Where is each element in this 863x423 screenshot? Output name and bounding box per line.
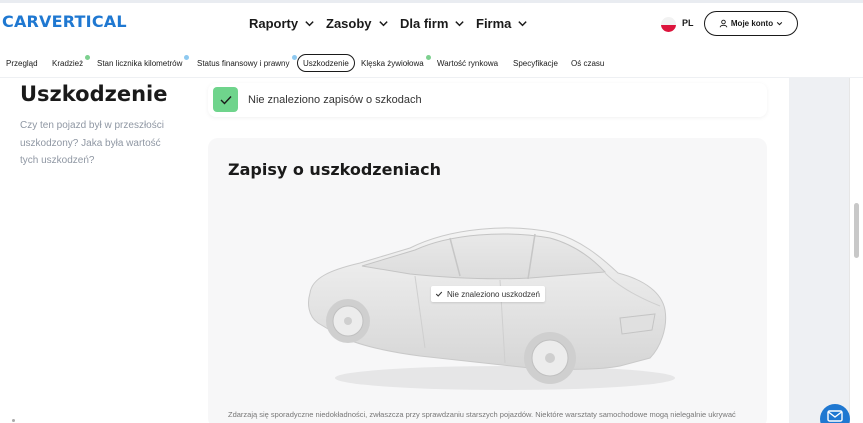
tab-label: Przegląd: [6, 58, 38, 68]
scrollbar[interactable]: [849, 78, 863, 423]
nav-firma[interactable]: Firma: [476, 16, 528, 31]
tab-label: Uszkodzenie: [303, 58, 349, 68]
card-description: Zdarzają się sporadyczne niedokładności,…: [228, 410, 736, 419]
nav-raporty[interactable]: Raporty: [249, 16, 315, 31]
tag-label: Nie znaleziono uszkodzeń: [447, 289, 540, 299]
nav-dla-firm[interactable]: Dla firm: [400, 16, 465, 31]
tab-przeglad[interactable]: Przegląd: [1, 54, 43, 72]
check-icon: [213, 87, 238, 112]
nav-label: Zasoby: [326, 16, 372, 31]
status-dot: [291, 55, 297, 60]
check-icon: [435, 291, 443, 297]
chevron-down-icon: [518, 21, 528, 27]
poland-flag-icon[interactable]: [661, 17, 676, 32]
tab-label: Stan licznika kilometrów: [97, 58, 183, 68]
tab-wartosc-rynkowa[interactable]: Wartość rynkowa: [432, 54, 503, 72]
tab-uszkodzenie[interactable]: Uszkodzenie: [297, 54, 355, 72]
tab-kradziez[interactable]: Kradzież: [47, 54, 91, 72]
tab-stan-licznika[interactable]: Stan licznika kilometrów: [92, 54, 190, 72]
right-side-panel: [789, 78, 849, 423]
status-dot: [425, 55, 431, 60]
nav-label: Dla firm: [400, 16, 449, 31]
user-icon: [719, 19, 728, 28]
account-button[interactable]: Moje konto: [704, 11, 798, 36]
language-selector[interactable]: PL: [682, 18, 694, 28]
tab-label: Klęska żywiołowa: [361, 58, 424, 68]
report-tabs: Przegląd Kradzież Stan licznika kilometr…: [0, 48, 863, 78]
section-title: Uszkodzenie: [20, 82, 168, 106]
tab-label: Oś czasu: [571, 58, 605, 68]
no-damage-tag: Nie znaleziono uszkodzeń: [431, 286, 545, 302]
nav-label: Firma: [476, 16, 512, 31]
tab-specyfikacje[interactable]: Specyfikacje: [508, 54, 563, 72]
tab-kleska-zywiolowa[interactable]: Klęska żywiołowa: [356, 54, 431, 72]
damage-records-card: Zapisy o uszkodzeniach Nie znaleziono us…: [208, 138, 767, 423]
tab-label: Wartość rynkowa: [437, 58, 499, 68]
tab-status-finansowy[interactable]: Status finansowy i prawny: [192, 54, 297, 72]
tab-os-czasu[interactable]: Oś czasu: [566, 54, 609, 72]
nav-label: Raporty: [249, 16, 299, 31]
chevron-down-icon: [455, 21, 465, 27]
tab-label: Specyfikacje: [513, 58, 558, 68]
damage-notice: Nie znaleziono zapisów o szkodach: [208, 83, 767, 117]
site-header: CARVERTICAL Raporty Zasoby Dla firm Firm…: [0, 3, 863, 47]
tab-label: Status finansowy i prawny: [197, 58, 290, 68]
scrollbar-thumb[interactable]: [854, 203, 859, 258]
chevron-down-icon: [305, 21, 314, 27]
status-dot: [85, 55, 91, 60]
tab-label: Kradzież: [52, 58, 84, 68]
carvertical-logo[interactable]: CARVERTICAL: [2, 12, 127, 31]
car-illustration: [308, 227, 675, 390]
notice-text: Nie znaleziono zapisów o szkodach: [248, 94, 422, 106]
decorative-dot: [12, 419, 15, 422]
section-subtitle: Czy ten pojazd był w przeszłości uszkodz…: [20, 120, 164, 166]
chevron-down-icon: [378, 21, 388, 27]
status-dot: [184, 55, 190, 60]
account-label: Moje konto: [730, 19, 774, 28]
chevron-down-icon: [776, 21, 783, 26]
nav-zasoby[interactable]: Zasoby: [326, 16, 389, 31]
card-title: Zapisy o uszkodzeniach: [228, 160, 442, 179]
